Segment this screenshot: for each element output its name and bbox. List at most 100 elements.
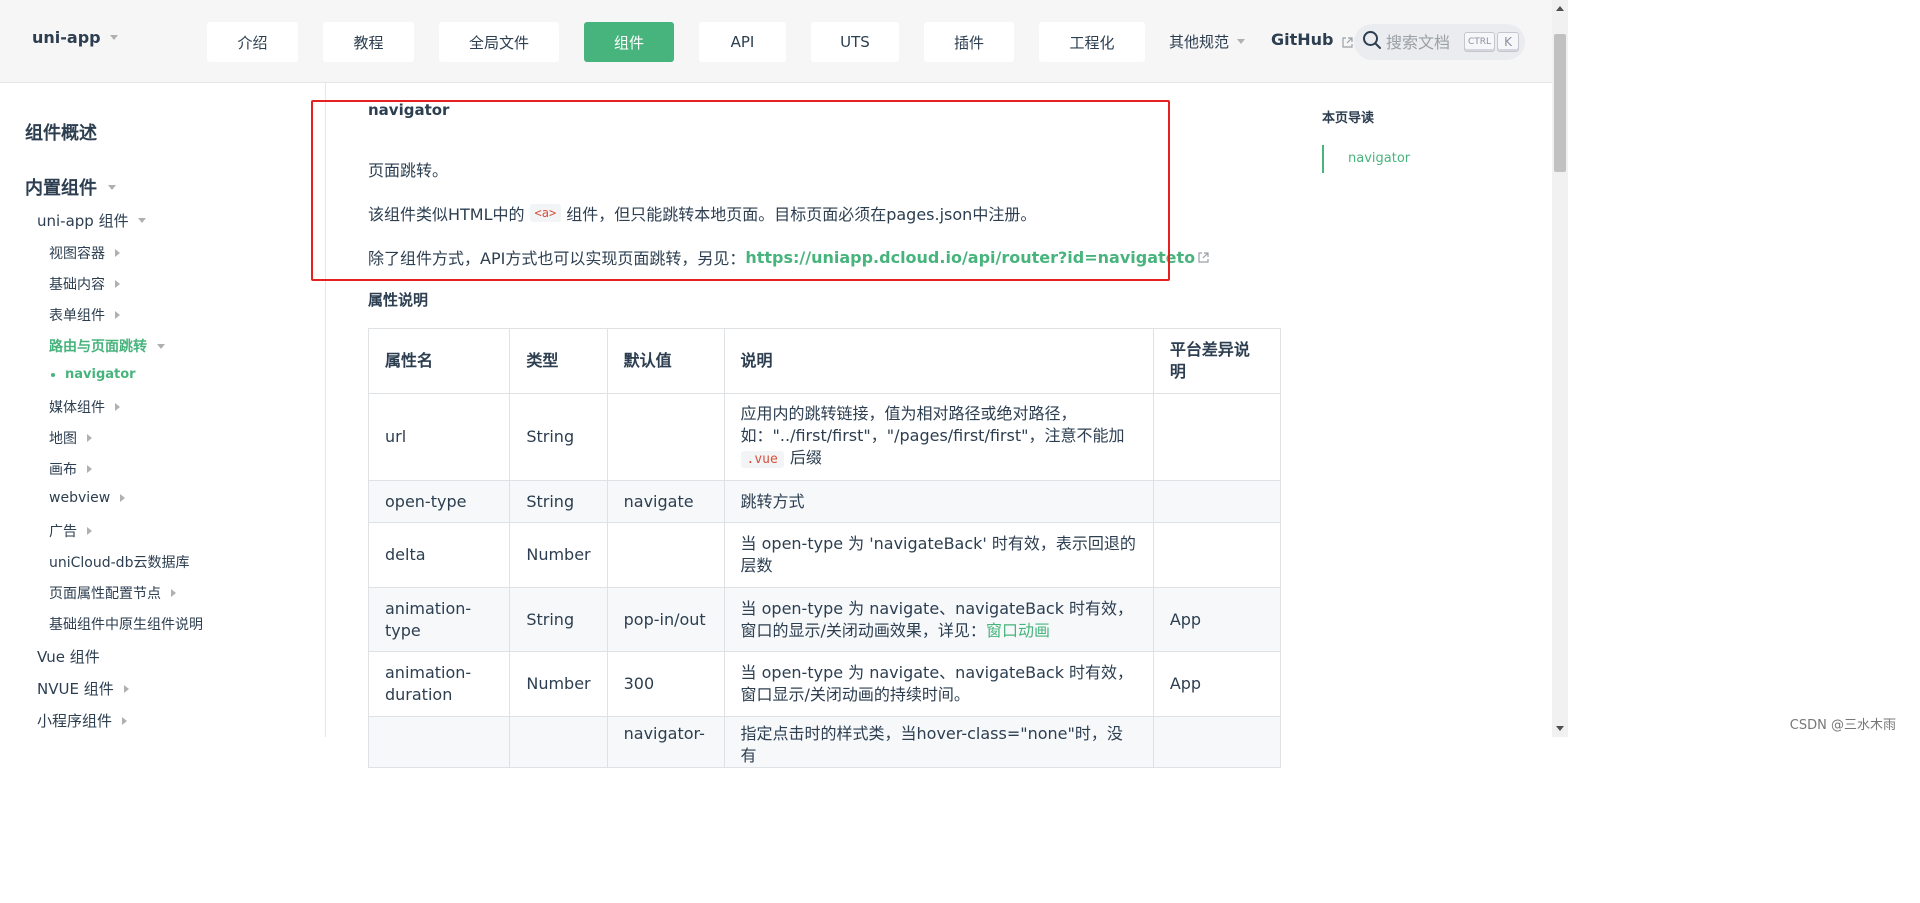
column-header: 说明 bbox=[723, 328, 1154, 394]
scroll-down-arrow-icon[interactable] bbox=[1556, 726, 1564, 731]
cell-platform: App bbox=[1152, 587, 1282, 652]
cell-platform bbox=[1152, 716, 1282, 768]
sidebar-item-label: 媒体组件 bbox=[49, 400, 105, 416]
description-text: 组件，但只能跳转本地页面。目标页面必须在pages.json中注册。 bbox=[566, 205, 1037, 224]
cell-default: navigator- bbox=[606, 716, 725, 768]
table-row: open-type String navigate 跳转方式 bbox=[367, 480, 1282, 523]
nav-item-uts[interactable]: UTS bbox=[811, 22, 899, 62]
toc-title: 本页导读 bbox=[1322, 111, 1375, 126]
sidebar-item-vue-components[interactable]: Vue 组件 bbox=[37, 646, 100, 667]
cell-desc: 应用内的跳转链接，值为相对路径或绝对路径，如："../first/first"，… bbox=[723, 393, 1154, 481]
chevron-down-icon bbox=[137, 218, 146, 223]
active-dot-icon bbox=[51, 372, 55, 377]
chevron-right-icon bbox=[115, 311, 120, 319]
nav-item-api[interactable]: API bbox=[699, 22, 786, 62]
sidebar-item-map[interactable]: 地图 bbox=[49, 428, 92, 448]
search-icon bbox=[1362, 30, 1382, 54]
cell-attr-name: open-type bbox=[367, 480, 511, 523]
desc-text: 后缀 bbox=[789, 448, 822, 467]
column-header: 属性名 bbox=[367, 328, 511, 394]
column-header: 平台差异说明 bbox=[1152, 328, 1282, 394]
search-input[interactable] bbox=[1386, 32, 1462, 52]
sidebar-item-canvas[interactable]: 画布 bbox=[49, 459, 92, 479]
description-paragraph: 该组件类似HTML中的 <a> 组件，但只能跳转本地页面。目标页面必须在page… bbox=[368, 201, 1036, 225]
sidebar-item-label: 基础组件中原生组件说明 bbox=[49, 617, 203, 633]
api-reference-paragraph: 除了组件方式，API方式也可以实现页面跳转，另见： https://uniapp… bbox=[368, 245, 1209, 269]
table-row: animation-duration Number 300 当 open-typ… bbox=[367, 651, 1282, 717]
doc-content: navigator 页面跳转。 该组件类似HTML中的 <a> 组件，但只能跳转… bbox=[327, 83, 1287, 768]
cell-attr-name: animation-duration bbox=[367, 651, 511, 717]
kbd-ctrl: CTRL bbox=[1464, 32, 1496, 52]
nav-item-global-files[interactable]: 全局文件 bbox=[439, 22, 559, 62]
github-label: GitHub bbox=[1271, 30, 1334, 49]
sidebar-group-uniapp-components[interactable]: uni-app 组件 bbox=[37, 210, 146, 231]
cell-default: pop-in/out bbox=[606, 587, 725, 652]
sidebar-item-label: 组件概述 bbox=[25, 123, 97, 144]
sidebar-group-routing[interactable]: 路由与页面跳转 bbox=[49, 336, 165, 356]
table-row: navigator- 指定点击时的样式类，当hover-class="none"… bbox=[367, 716, 1282, 768]
cell-attr-name bbox=[367, 716, 511, 768]
sidebar: 组件概述 内置组件 uni-app 组件 视图容器 基础内容 表单组件 路由与页… bbox=[0, 83, 326, 737]
sidebar-item-label: 画布 bbox=[49, 462, 77, 478]
sidebar-item-mp-components[interactable]: 小程序组件 bbox=[37, 710, 128, 731]
brand-menu[interactable]: uni-app bbox=[32, 28, 118, 47]
properties-table: 属性名 类型 默认值 说明 平台差异说明 url String 应用内的跳转链接… bbox=[367, 328, 1282, 768]
nav-more-label: 其他规范 bbox=[1169, 33, 1230, 51]
scroll-up-arrow-icon[interactable] bbox=[1556, 6, 1564, 11]
page-scrollbar[interactable] bbox=[1552, 0, 1568, 737]
sidebar-group-builtin[interactable]: 内置组件 bbox=[25, 174, 116, 200]
sidebar-item-overview[interactable]: 组件概述 bbox=[25, 119, 97, 145]
cell-type: String bbox=[509, 480, 608, 523]
sidebar-item-label: 页面属性配置节点 bbox=[49, 586, 161, 602]
sidebar-item-label: 路由与页面跳转 bbox=[49, 339, 147, 355]
nav-item-components[interactable]: 组件 bbox=[584, 22, 674, 62]
sidebar-item-label: uniCloud-db云数据库 bbox=[49, 555, 190, 571]
window-animation-link[interactable]: 窗口动画 bbox=[986, 621, 1050, 640]
intro-paragraph: 页面跳转。 bbox=[368, 161, 449, 180]
nav-more-dropdown[interactable]: 其他规范 bbox=[1169, 31, 1246, 52]
sidebar-item-view-container[interactable]: 视图容器 bbox=[49, 243, 120, 263]
chevron-right-icon bbox=[120, 494, 126, 502]
sidebar-item-label: Vue 组件 bbox=[37, 648, 100, 666]
chevron-right-icon bbox=[115, 403, 120, 411]
chevron-right-icon bbox=[123, 684, 129, 693]
sidebar-item-form[interactable]: 表单组件 bbox=[49, 305, 120, 325]
sidebar-item-label: 基础内容 bbox=[49, 277, 105, 293]
column-header: 类型 bbox=[509, 328, 608, 394]
api-router-link[interactable]: https://uniapp.dcloud.io/api/router?id=n… bbox=[745, 248, 1195, 267]
sidebar-item-nvue-components[interactable]: NVUE 组件 bbox=[37, 678, 129, 699]
sidebar-item-unicloud-db[interactable]: uniCloud-db云数据库 bbox=[49, 552, 189, 572]
section-title-properties: 属性说明 bbox=[368, 291, 429, 309]
toc-item-navigator[interactable]: navigator bbox=[1348, 151, 1410, 166]
table-header-row: 属性名 类型 默认值 说明 平台差异说明 bbox=[367, 328, 1282, 394]
cell-platform bbox=[1152, 480, 1282, 523]
sidebar-item-ad[interactable]: 广告 bbox=[49, 521, 92, 541]
search-box[interactable]: CTRL K bbox=[1354, 24, 1525, 60]
sidebar-item-media[interactable]: 媒体组件 bbox=[49, 397, 120, 417]
top-navbar: uni-app 介绍 教程 全局文件 组件 API UTS 插件 工程化 其他规… bbox=[0, 0, 1552, 83]
cell-desc: 当 open-type 为 navigate、navigateBack 时有效，… bbox=[723, 651, 1154, 717]
scrollbar-thumb[interactable] bbox=[1554, 34, 1566, 172]
nav-item-engineering[interactable]: 工程化 bbox=[1039, 22, 1145, 62]
sidebar-item-page-config-node[interactable]: 页面属性配置节点 bbox=[49, 583, 176, 603]
cell-type: Number bbox=[509, 522, 608, 588]
chevron-right-icon bbox=[122, 716, 128, 725]
cell-default bbox=[606, 522, 725, 588]
cell-platform bbox=[1152, 393, 1282, 481]
table-row: url String 应用内的跳转链接，值为相对路径或绝对路径，如："../fi… bbox=[367, 393, 1282, 481]
desc-text: 应用内的跳转链接，值为相对路径或绝对路径，如："../first/first"，… bbox=[740, 404, 1125, 445]
sidebar-item-basic-content[interactable]: 基础内容 bbox=[49, 274, 120, 294]
sidebar-item-label: navigator bbox=[65, 367, 136, 382]
sidebar-item-webview[interactable]: webview bbox=[49, 490, 126, 506]
github-link[interactable]: GitHub bbox=[1271, 30, 1353, 49]
sidebar-item-label: 地图 bbox=[49, 431, 77, 447]
cell-attr-name: delta bbox=[367, 522, 511, 588]
nav-item-plugins[interactable]: 插件 bbox=[924, 22, 1014, 62]
inline-code: .vue bbox=[740, 451, 784, 468]
sidebar-item-navigator[interactable]: navigator bbox=[51, 367, 136, 382]
nav-item-tutorial[interactable]: 教程 bbox=[323, 22, 414, 62]
sidebar-item-native-components[interactable]: 基础组件中原生组件说明 bbox=[49, 614, 203, 634]
cell-type bbox=[509, 716, 608, 768]
table-row: animation-type String pop-in/out 当 open-… bbox=[367, 587, 1282, 652]
nav-item-intro[interactable]: 介绍 bbox=[207, 22, 298, 62]
